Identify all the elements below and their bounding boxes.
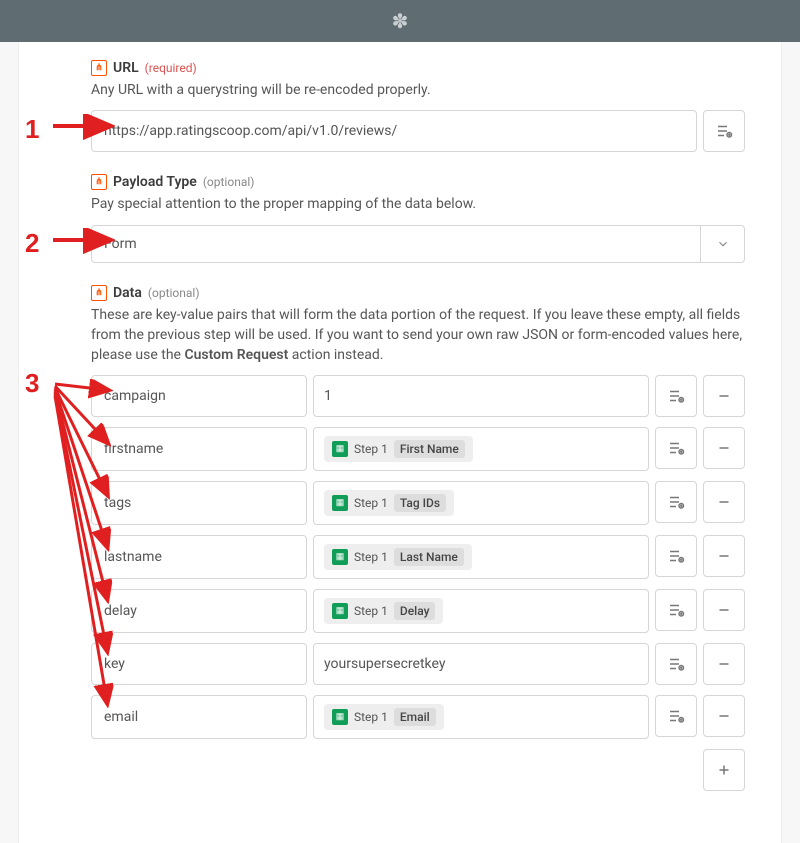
remove-row-button[interactable] [703,589,745,631]
data-key-input[interactable]: tags [91,481,307,525]
data-value-input[interactable]: ▦ Step 1 Email [313,695,649,739]
data-value-input[interactable]: yoursupersecretkey [313,643,649,685]
remove-row-button[interactable] [703,375,745,417]
payload-dropdown[interactable]: Form [91,225,745,263]
remove-row-button[interactable] [703,535,745,577]
payload-section: ⋔ Payload Type (optional) Pay special at… [91,174,745,262]
data-section: ⋔ Data (optional) These are key-value pa… [91,285,745,792]
optional-tag: (optional) [203,175,255,189]
field-pill[interactable]: ▦ Step 1 First Name [324,436,473,462]
zapier-icon: ⋔ [91,174,107,190]
data-key-input[interactable]: campaign [91,375,307,417]
data-key-input[interactable]: key [91,643,307,685]
google-sheets-icon: ▦ [332,495,348,511]
data-value-input[interactable]: 1 [313,375,649,417]
insert-data-button[interactable] [655,589,697,631]
data-row: firstname ▦ Step 1 First Name [91,427,745,471]
loading-spinner-icon: ✽ [392,9,409,33]
insert-data-button[interactable] [655,427,697,469]
payload-helper: Pay special attention to the proper mapp… [91,194,745,214]
zapier-icon: ⋔ [91,285,107,301]
field-pill[interactable]: ▦ Step 1 Delay [324,598,443,624]
zapier-icon: ⋔ [91,60,107,76]
google-sheets-icon: ▦ [332,603,348,619]
data-key-input[interactable]: lastname [91,535,307,579]
field-pill[interactable]: ▦ Step 1 Last Name [324,544,472,570]
insert-data-button[interactable] [655,375,697,417]
pill-step-label: Step 1 [354,550,388,564]
google-sheets-icon: ▦ [332,549,348,565]
data-row: delay ▦ Step 1 Delay [91,589,745,633]
annotation-marker-2: 2 [25,228,39,259]
data-row: campaign1 [91,375,745,417]
chevron-down-icon [700,226,744,262]
data-value-input[interactable]: ▦ Step 1 First Name [313,427,649,471]
remove-row-button[interactable] [703,643,745,685]
annotation-marker-1: 1 [25,114,39,145]
pill-field-name: Last Name [394,548,464,566]
data-label: Data [113,285,142,301]
remove-row-button[interactable] [703,427,745,469]
data-value-input[interactable]: ▦ Step 1 Tag IDs [313,481,649,525]
data-row: keyyoursupersecretkey [91,643,745,685]
data-key-input[interactable]: delay [91,589,307,633]
pill-field-name: Email [394,708,436,726]
optional-tag: (optional) [148,286,200,300]
pill-step-label: Step 1 [354,496,388,510]
form-page: 1 2 3 ⋔ URL (required) Any URL with a qu… [18,42,782,843]
field-pill[interactable]: ▦ Step 1 Email [324,704,444,730]
data-row: lastname ▦ Step 1 Last Name [91,535,745,579]
data-row: tags ▦ Step 1 Tag IDs [91,481,745,525]
data-row: email ▦ Step 1 Email [91,695,745,739]
field-pill[interactable]: ▦ Step 1 Tag IDs [324,490,454,516]
add-row-button[interactable] [703,749,745,791]
data-helper: These are key-value pairs that will form… [91,305,745,366]
pill-field-name: First Name [394,440,465,458]
url-label: URL [113,60,139,76]
data-key-input[interactable]: email [91,695,307,739]
insert-data-button[interactable] [655,535,697,577]
annotation-marker-3: 3 [25,368,39,399]
payload-value: Form [92,226,700,262]
url-helper: Any URL with a querystring will be re-en… [91,80,745,100]
pill-field-name: Tag IDs [394,494,446,512]
google-sheets-icon: ▦ [332,441,348,457]
data-key-value-list: campaign1firstname▦Step 1First Nametags▦… [91,375,745,739]
pill-step-label: Step 1 [354,710,388,724]
google-sheets-icon: ▦ [332,709,348,725]
pill-step-label: Step 1 [354,442,388,456]
data-value-input[interactable]: ▦ Step 1 Delay [313,589,649,633]
insert-data-button[interactable] [655,695,697,737]
url-input[interactable]: https://app.ratingscoop.com/api/v1.0/rev… [91,110,697,152]
payload-label: Payload Type [113,174,197,190]
insert-data-button[interactable] [655,643,697,685]
pill-field-name: Delay [394,602,436,620]
insert-data-button[interactable] [655,481,697,523]
insert-data-button[interactable] [703,110,745,152]
url-section: ⋔ URL (required) Any URL with a querystr… [91,60,745,152]
data-value-input[interactable]: ▦ Step 1 Last Name [313,535,649,579]
remove-row-button[interactable] [703,481,745,523]
topbar: ✽ [0,0,800,42]
data-key-input[interactable]: firstname [91,427,307,471]
required-tag: (required) [145,61,197,75]
remove-row-button[interactable] [703,695,745,737]
pill-step-label: Step 1 [354,604,388,618]
